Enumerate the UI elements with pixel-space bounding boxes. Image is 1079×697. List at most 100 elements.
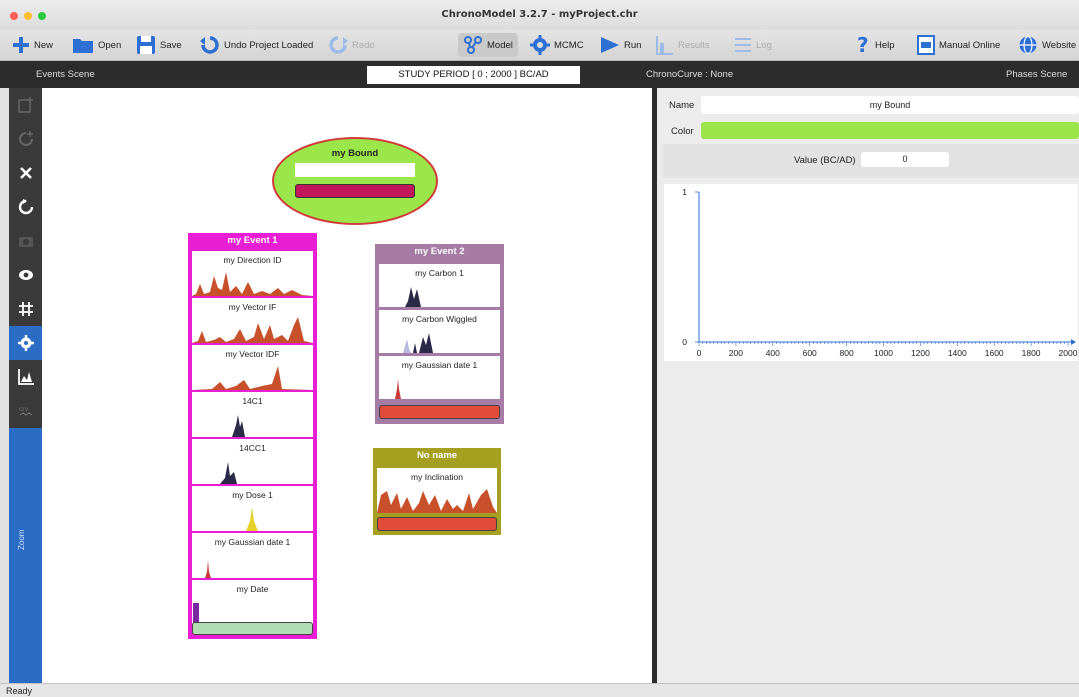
- density-curve-icon: [246, 507, 258, 531]
- pdf-document-icon: [917, 35, 935, 55]
- date-label: my Date: [236, 584, 269, 594]
- date-item[interactable]: 14CC1: [192, 439, 313, 484]
- folder-icon: [73, 39, 93, 53]
- date-item[interactable]: my Vector IF: [192, 298, 313, 343]
- scene-bar: Events Scene STUDY PERIOD [ 0 ; 2000 ] B…: [0, 61, 1079, 88]
- status-bar: Ready: [0, 683, 1079, 697]
- x-tick-label: 200: [729, 348, 743, 358]
- model-button[interactable]: Model: [458, 33, 518, 57]
- density-curve-icon: [377, 489, 497, 513]
- plus-icon: [13, 37, 29, 53]
- event-box[interactable]: my Event 1 my Direction ID my Vector IF …: [188, 233, 317, 639]
- density-curve-icon: [405, 287, 421, 307]
- date-label: my Dose 1: [232, 490, 273, 500]
- date-item[interactable]: my Inclination: [377, 468, 497, 513]
- gear-icon: [17, 335, 34, 351]
- y-tick-label: 1: [682, 187, 687, 197]
- date-item[interactable]: my Carbon 1: [379, 264, 500, 307]
- date-item[interactable]: my Date: [192, 580, 313, 625]
- date-label: my Gaussian date 1: [401, 360, 478, 370]
- svg-text:crv: crv: [19, 406, 29, 413]
- properties-tool[interactable]: [9, 326, 42, 360]
- model-graph-icon: [464, 36, 482, 54]
- chronocurve-label: ChronoCurve : None: [646, 69, 734, 80]
- date-label: my Carbon Wiggled: [402, 314, 477, 324]
- bound-chart-plot: 0 200 400 600 800 1000 1200 1400 1600 1800 2000 0 1: [682, 187, 1078, 358]
- eye-icon: [18, 270, 33, 280]
- event-box[interactable]: my Event 2 my Carbon 1 my Carbon Wiggled…: [375, 244, 504, 424]
- density-curve-icon: [220, 462, 237, 484]
- new-event-tool[interactable]: [9, 88, 42, 122]
- date-label: my Direction ID: [223, 255, 282, 265]
- new-bound-icon: [18, 131, 33, 146]
- date-label: my Carbon 1: [415, 268, 464, 278]
- density-curve-icon: [395, 379, 401, 399]
- grid-tool[interactable]: [9, 292, 42, 326]
- event-box[interactable]: No name my Inclination: [373, 448, 501, 535]
- recycle-tool[interactable]: [9, 190, 42, 224]
- date-item[interactable]: 14C1: [192, 392, 313, 437]
- hash-grid-icon: [18, 302, 33, 316]
- density-curve-icon: [232, 415, 245, 437]
- gear-icon: [530, 35, 550, 55]
- bound-chart: 0 200 400 600 800 1000 1200 1400 1600 1800 2000 0 1: [664, 184, 1078, 361]
- date-item[interactable]: my Gaussian date 1: [192, 533, 313, 578]
- mcmc-button[interactable]: MCMC: [530, 33, 584, 57]
- redo-icon: [329, 36, 348, 54]
- density-curve-icon: [193, 603, 199, 625]
- website-button[interactable]: Website: [1018, 33, 1076, 57]
- x-tick-label: 2000: [1059, 348, 1078, 358]
- results-button[interactable]: Results: [656, 33, 710, 57]
- undo-button[interactable]: Undo Project Loaded: [200, 33, 313, 57]
- chart-icon: [17, 369, 34, 385]
- chronocurve-tool[interactable]: crv: [9, 394, 42, 428]
- toolbar: New Open Save Undo Project Loaded Redo M…: [0, 30, 1079, 61]
- new-button[interactable]: New: [12, 33, 53, 57]
- x-tick-label: 600: [803, 348, 817, 358]
- date-item[interactable]: my Vector IDF: [192, 345, 313, 390]
- results-chart-icon: [656, 36, 673, 55]
- y-tick-label: 0: [682, 337, 687, 347]
- value-row: Value (BC/AD) 0: [663, 144, 1079, 178]
- crv-icon: crv: [19, 406, 32, 416]
- zoom-slider[interactable]: [9, 428, 42, 683]
- distribution-tool[interactable]: [9, 360, 42, 394]
- zoom-label: Zoom: [17, 529, 26, 550]
- x-axis-arrow: [1071, 339, 1076, 345]
- color-picker-button[interactable]: [701, 122, 1079, 139]
- date-item[interactable]: my Carbon Wiggled: [379, 310, 500, 353]
- date-item[interactable]: my Gaussian date 1: [379, 356, 500, 399]
- date-label: my Vector IDF: [225, 349, 280, 359]
- status-text: Ready: [6, 686, 33, 696]
- bound-color-bar: [295, 184, 415, 198]
- density-curve-icon: [403, 333, 433, 353]
- overview-tool[interactable]: [9, 258, 42, 292]
- phases-scene-label: Phases Scene: [1006, 69, 1068, 80]
- name-field[interactable]: my Bound: [701, 96, 1079, 114]
- bound-title: my Bound: [331, 148, 379, 159]
- save-button[interactable]: Save: [136, 33, 182, 57]
- density-curve-icon: [192, 366, 313, 390]
- export-image-tool[interactable]: [9, 224, 42, 258]
- bound-item[interactable]: my Bound: [272, 137, 438, 225]
- manual-online-button[interactable]: Manual Online: [917, 33, 1000, 57]
- events-scene-label: Events Scene: [36, 69, 95, 80]
- open-button[interactable]: Open: [72, 33, 121, 57]
- floppy-disk-icon: [137, 36, 155, 54]
- study-period-button[interactable]: STUDY PERIOD [ 0 ; 2000 ] BC/AD: [367, 66, 580, 84]
- date-label: my Inclination: [411, 472, 463, 482]
- date-item[interactable]: my Direction ID: [192, 251, 313, 296]
- run-button[interactable]: Run: [600, 33, 641, 57]
- refresh-icon: [18, 199, 33, 215]
- event-title: No name: [416, 450, 458, 461]
- delete-tool[interactable]: [9, 156, 42, 190]
- help-button[interactable]: ? Help: [855, 33, 895, 57]
- title-bar: ChronoModel 3.2.7 - myProject.chr: [0, 0, 1079, 30]
- date-item[interactable]: my Dose 1: [192, 486, 313, 531]
- value-field[interactable]: 0: [861, 152, 949, 167]
- x-tick-label: 1400: [948, 348, 967, 358]
- log-button[interactable]: Log: [734, 33, 772, 57]
- redo-button[interactable]: Redo: [328, 33, 375, 57]
- x-tick-label: 1000: [874, 348, 893, 358]
- new-bound-tool[interactable]: [9, 122, 42, 156]
